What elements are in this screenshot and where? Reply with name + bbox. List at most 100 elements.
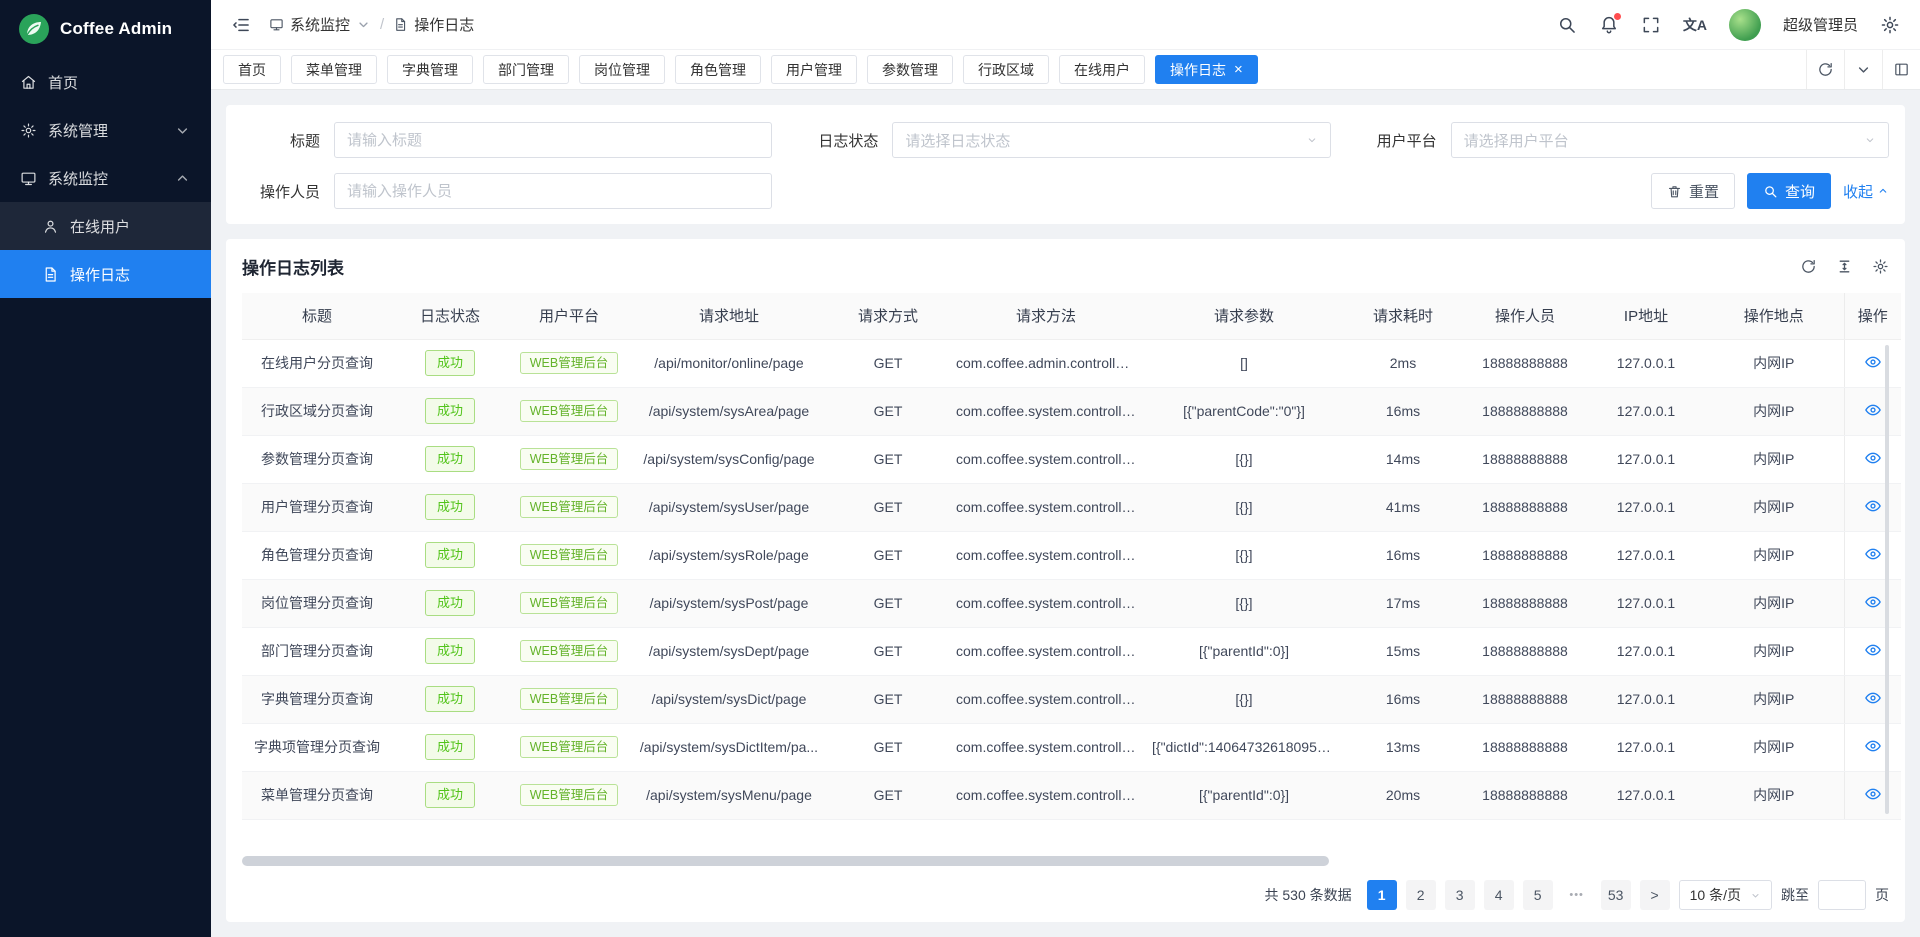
query-button[interactable]: 查询: [1747, 173, 1831, 209]
log-title-cell: 部门管理分页查询: [242, 627, 392, 675]
view-detail-icon[interactable]: [1864, 449, 1882, 467]
monitor-icon: [20, 170, 37, 187]
ip-cell: 127.0.0.1: [1588, 531, 1704, 579]
jump-page-input[interactable]: [1818, 880, 1866, 910]
logo[interactable]: Coffee Admin: [0, 0, 211, 58]
tab[interactable]: 在线用户: [1059, 55, 1145, 84]
sidebar-item-system-management[interactable]: 系统管理: [0, 106, 211, 154]
user-platform-select[interactable]: 请选择用户平台: [1451, 122, 1889, 158]
status-badge: 成功: [425, 542, 475, 568]
tab[interactable]: 参数管理: [867, 55, 953, 84]
reset-button[interactable]: 重置: [1651, 173, 1735, 209]
page-button[interactable]: 5: [1523, 880, 1553, 910]
log-table: 标题 日志状态 用户平台 请求地址 请求方式 请求: [242, 293, 1889, 820]
tab[interactable]: 菜单管理: [291, 55, 377, 84]
notification-bell[interactable]: [1599, 15, 1619, 35]
avatar[interactable]: [1729, 9, 1761, 41]
duration-cell: 16ms: [1344, 531, 1462, 579]
request-handler-cell: com.coffee.system.controlle...: [948, 531, 1144, 579]
location-cell: 内网IP: [1704, 435, 1844, 483]
sidebar-item-system-monitor[interactable]: 系统监控: [0, 154, 211, 202]
breadcrumb: 系统监控 / 操作日志: [269, 14, 474, 35]
page-button[interactable]: 1: [1367, 880, 1397, 910]
vertical-scrollbar-thumb[interactable]: [1885, 345, 1889, 814]
platform-badge: WEB管理后台: [520, 688, 618, 711]
tab-label: 行政区域: [978, 60, 1034, 80]
request-method-cell: GET: [828, 531, 948, 579]
view-detail-icon[interactable]: [1864, 497, 1882, 515]
next-page-button[interactable]: >: [1640, 880, 1670, 910]
page-button[interactable]: 4: [1484, 880, 1514, 910]
title-input[interactable]: [334, 122, 772, 158]
view-detail-icon[interactable]: [1864, 401, 1882, 419]
sidebar-item-home[interactable]: 首页: [0, 58, 211, 106]
tabs-refresh-button[interactable]: [1806, 50, 1844, 89]
tab[interactable]: 首页: [223, 55, 281, 84]
translate-icon[interactable]: 文A: [1683, 15, 1707, 35]
tab[interactable]: 岗位管理: [579, 55, 665, 84]
sidebar-item-operation-log[interactable]: 操作日志: [0, 250, 211, 298]
view-detail-icon[interactable]: [1864, 785, 1882, 803]
page-button[interactable]: 3: [1445, 880, 1475, 910]
tab-close-icon[interactable]: ×: [1234, 62, 1243, 77]
request-method-cell: GET: [828, 387, 948, 435]
tab[interactable]: 行政区域: [963, 55, 1049, 84]
page-button[interactable]: 53: [1601, 880, 1631, 910]
operator-input[interactable]: [334, 173, 772, 209]
horizontal-scrollbar-thumb[interactable]: [242, 856, 1329, 866]
view-detail-icon[interactable]: [1864, 737, 1882, 755]
log-status-cell: 成功: [392, 531, 508, 579]
request-method-cell: GET: [828, 435, 948, 483]
action-cell: [1844, 723, 1901, 771]
platform-cell: WEB管理后台: [508, 579, 630, 627]
column-header: 操作地点: [1704, 293, 1844, 339]
content-layout-button[interactable]: [1882, 50, 1920, 89]
request-params-cell: [{"dictId":140647326180950...: [1144, 723, 1344, 771]
view-detail-icon[interactable]: [1864, 353, 1882, 371]
monitor-icon: [269, 17, 284, 32]
refresh-icon[interactable]: [1800, 258, 1817, 275]
page-button[interactable]: •••: [1562, 880, 1592, 910]
fullscreen-icon[interactable]: [1641, 15, 1661, 35]
log-status-cell: 成功: [392, 435, 508, 483]
view-detail-icon[interactable]: [1864, 689, 1882, 707]
tab[interactable]: 用户管理: [771, 55, 857, 84]
topbar: 系统监控 / 操作日志 文A: [211, 0, 1920, 50]
table-row: 参数管理分页查询 成功 WEB管理后台 /api/system/sysConfi…: [242, 435, 1901, 483]
platform-cell: WEB管理后台: [508, 483, 630, 531]
sidebar-collapse-icon[interactable]: [231, 15, 251, 35]
page-size-select[interactable]: 10 条/页: [1679, 880, 1772, 910]
tab-label: 岗位管理: [594, 60, 650, 80]
view-detail-icon[interactable]: [1864, 545, 1882, 563]
page-button[interactable]: 2: [1406, 880, 1436, 910]
view-detail-icon[interactable]: [1864, 641, 1882, 659]
operator-cell: 18888888888: [1462, 579, 1588, 627]
tab[interactable]: 角色管理: [675, 55, 761, 84]
pagination: 共 530 条数据 1 2 3 4 5 ••• 53: [242, 868, 1889, 922]
settings-gear-icon[interactable]: [1880, 15, 1900, 35]
duration-cell: 2ms: [1344, 339, 1462, 387]
breadcrumb-system-monitor[interactable]: 系统监控: [269, 14, 371, 35]
sidebar-item-online-users[interactable]: 在线用户: [0, 202, 211, 250]
tab[interactable]: 操作日志 ×: [1155, 55, 1258, 84]
tab[interactable]: 字典管理: [387, 55, 473, 84]
tab-label: 角色管理: [690, 60, 746, 80]
current-user-name[interactable]: 超级管理员: [1783, 14, 1858, 35]
user-icon: [42, 218, 59, 235]
column-settings-gear-icon[interactable]: [1872, 258, 1889, 275]
log-status-select[interactable]: 请选择日志状态: [892, 122, 1330, 158]
operator-cell: 18888888888: [1462, 387, 1588, 435]
request-method-cell: GET: [828, 723, 948, 771]
home-icon: [20, 74, 37, 91]
tabs-menu-button[interactable]: [1844, 50, 1882, 89]
tab[interactable]: 部门管理: [483, 55, 569, 84]
search-icon[interactable]: [1557, 15, 1577, 35]
log-title-cell: 行政区域分页查询: [242, 387, 392, 435]
platform-cell: WEB管理后台: [508, 435, 630, 483]
column-header: 请求方法: [948, 293, 1144, 339]
density-icon[interactable]: [1836, 258, 1853, 275]
view-detail-icon[interactable]: [1864, 593, 1882, 611]
request-url-cell: /api/system/sysConfig/page: [630, 435, 828, 483]
collapse-filter-link[interactable]: 收起: [1843, 181, 1889, 202]
log-table-card: 操作日志列表: [226, 239, 1905, 922]
